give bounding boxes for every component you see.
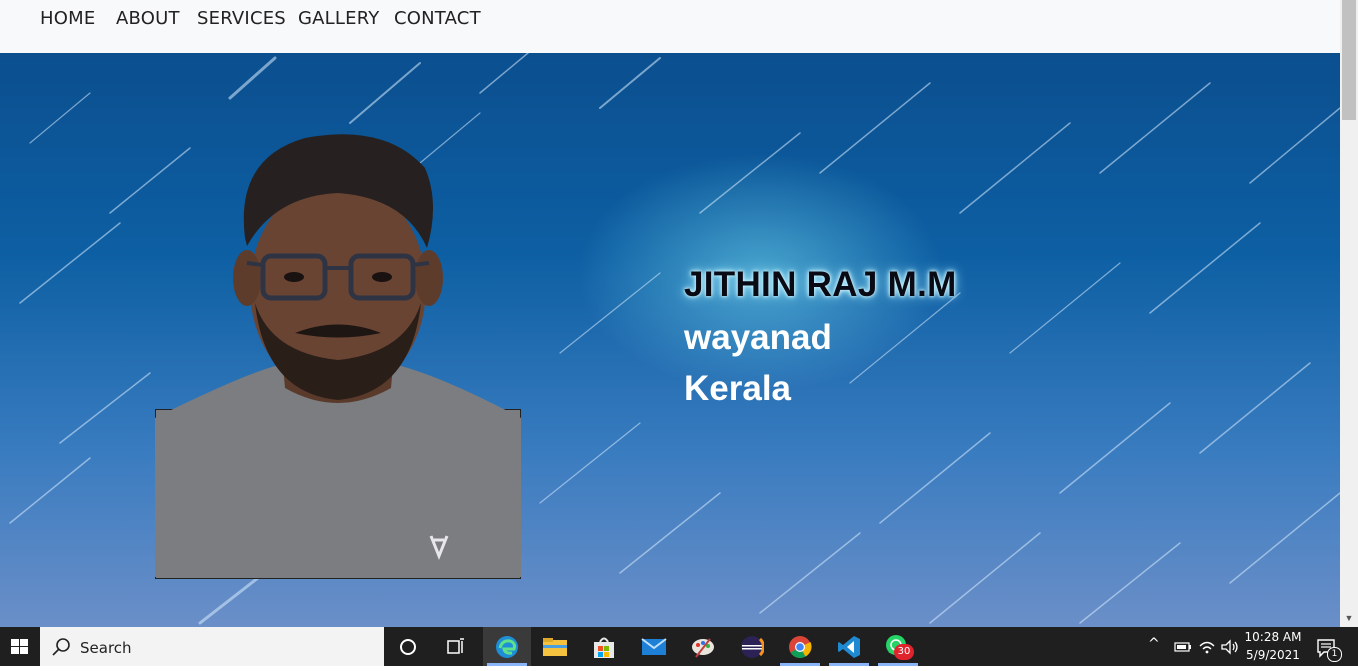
clock-time[interactable]: 10:28 AM — [1244, 630, 1302, 644]
taskbar-chrome[interactable] — [776, 627, 824, 666]
scrollbar-thumb[interactable] — [1342, 0, 1356, 120]
eclipse-ide-icon — [741, 635, 764, 658]
cortana-button[interactable] — [384, 627, 432, 666]
task-view-icon — [447, 637, 464, 654]
clock-date[interactable]: 5/9/2021 — [1244, 648, 1302, 662]
chrome-icon — [789, 635, 812, 658]
vscode-icon — [838, 635, 860, 658]
tray-expand-chevron-icon[interactable]: ^ — [1148, 636, 1160, 652]
nav-about[interactable]: ABOUT — [116, 8, 180, 29]
mail-icon — [641, 637, 667, 655]
taskbar-file-explorer[interactable] — [531, 627, 579, 666]
edge-browser-icon — [496, 635, 518, 658]
hero-section: JITHIN RAJ M.M wayanad Kerala — [0, 53, 1340, 627]
whatsapp-badge: 30 — [894, 644, 914, 660]
search-label: Search — [80, 639, 132, 657]
battery-icon[interactable] — [1172, 640, 1192, 654]
navbar: HOME ABOUT SERVICES GALLERY CONTACT — [0, 0, 1340, 53]
cortana-circle-icon — [400, 638, 416, 655]
profile-state: Kerala — [684, 369, 792, 408]
scroll-down-arrow-icon[interactable]: ▼ — [1343, 612, 1355, 624]
nav-gallery[interactable]: GALLERY — [298, 8, 379, 29]
taskbar-edge[interactable] — [483, 627, 531, 666]
taskbar-store[interactable] — [580, 627, 628, 666]
wifi-icon[interactable] — [1198, 638, 1216, 656]
paint-palette-icon — [692, 637, 714, 658]
profile-city: wayanad — [684, 318, 832, 357]
profile-photo — [155, 134, 521, 577]
volume-icon[interactable] — [1220, 638, 1240, 656]
nav-contact[interactable]: CONTACT — [394, 8, 481, 29]
task-view-button[interactable] — [432, 627, 480, 666]
taskbar-paint[interactable] — [679, 627, 727, 666]
search-icon — [52, 638, 70, 656]
store-bag-icon — [594, 637, 614, 658]
taskbar-vscode[interactable] — [825, 627, 873, 666]
profile-name: JITHIN RAJ M.M — [684, 265, 957, 304]
taskbar-mail[interactable] — [630, 627, 678, 666]
nav-home[interactable]: HOME — [40, 8, 95, 29]
folder-icon — [543, 637, 567, 656]
start-button[interactable] — [0, 627, 40, 666]
windows-logo-icon — [11, 639, 28, 654]
taskbar-eclipse[interactable] — [728, 627, 776, 666]
notification-count-badge: 1 — [1327, 647, 1342, 662]
nav-services[interactable]: SERVICES — [197, 8, 286, 29]
